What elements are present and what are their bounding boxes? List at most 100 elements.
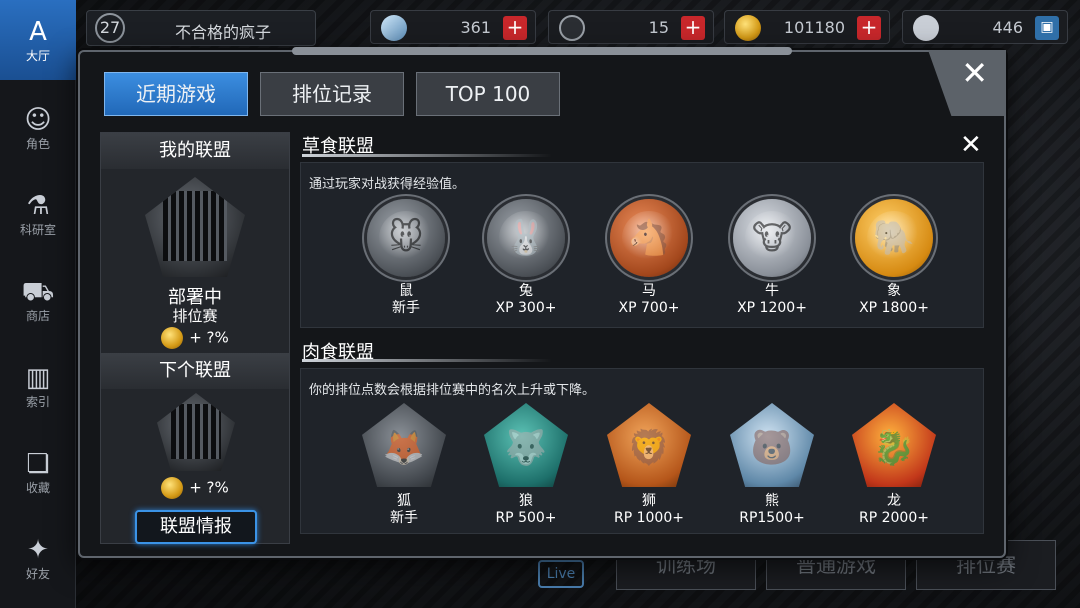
sidebar-item-label: 角色	[25, 136, 50, 151]
cage-bars	[171, 403, 221, 459]
resource-value: 361	[460, 18, 491, 37]
shop-cart-icon: ⛟	[21, 276, 55, 307]
rank-requirement: RP 1000+	[614, 510, 684, 526]
modal-handle	[292, 47, 792, 55]
rank-name: 鼠	[399, 283, 413, 299]
tab-recent-games[interactable]: 近期游戏	[104, 72, 248, 116]
resource-gold: 101180 +	[724, 10, 890, 44]
sidebar-item-index[interactable]: ▥ 索引	[0, 346, 76, 426]
live-button[interactable]: Live	[538, 560, 584, 588]
section-close-icon[interactable]: ✕	[960, 130, 982, 160]
bp-info-button[interactable]: ▣	[1035, 16, 1059, 40]
reward-value: + ?%	[189, 478, 229, 497]
add-ticket-button[interactable]: +	[681, 16, 705, 40]
rank-ox[interactable]: 🐮 牛 XP 1200+	[717, 199, 827, 317]
index-books-icon: ▥	[25, 362, 51, 393]
rank-requirement: 新手	[390, 510, 418, 526]
sidebar-item-label: 好友	[25, 566, 50, 581]
league-info-button[interactable]: 联盟情报	[135, 510, 257, 544]
rank-name: 狮	[642, 493, 656, 509]
resource-value: 101180	[783, 18, 845, 37]
rank-rabbit[interactable]: 🐰 兔 XP 300+	[471, 199, 581, 317]
rank-name: 牛	[765, 283, 779, 299]
dragon-badge-icon: 🐉	[852, 403, 936, 487]
rank-requirement: RP 500+	[495, 510, 557, 526]
reward-value: + ?%	[189, 328, 229, 347]
crystal-icon	[381, 15, 407, 41]
tab-ranked-records[interactable]: 排位记录	[260, 72, 404, 116]
rank-name: 兔	[519, 283, 533, 299]
add-gold-button[interactable]: +	[857, 16, 881, 40]
rank-requirement: XP 1200+	[737, 300, 807, 316]
friends-gamepad-icon: ✦	[27, 534, 49, 565]
rank-name: 狐	[397, 493, 411, 509]
my-league-reward: + ?%	[101, 327, 289, 349]
tab-top-100[interactable]: TOP 100	[416, 72, 560, 116]
rank-rat[interactable]: 🐭 鼠 新手	[351, 199, 461, 317]
gold-coin-icon	[161, 327, 184, 349]
gold-coin-icon	[161, 477, 184, 499]
close-icon[interactable]: ✕	[961, 54, 988, 92]
character-icon: ☺	[24, 104, 52, 135]
rank-requirement: XP 1800+	[859, 300, 929, 316]
add-crystal-button[interactable]: +	[503, 16, 527, 40]
sidebar-item-lobby[interactable]: A 大厅	[0, 0, 76, 80]
ticket-icon	[559, 15, 585, 41]
main-sidebar: A 大厅 ☺ 角色 ⚗ 科研室 ⛟ 商店 ▥ 索引 ❏ 收藏 ✦ 好友	[0, 0, 76, 608]
cage-bars	[163, 191, 227, 261]
carnivore-description: 你的排位点数会根据排位赛中的名次上升或下降。	[309, 383, 596, 398]
sidebar-item-label: 索引	[25, 394, 50, 409]
rank-requirement: XP 700+	[618, 300, 680, 316]
bear-badge-icon: 🐻	[730, 403, 814, 487]
caged-next-league-badge-icon	[157, 393, 235, 471]
sidebar-item-friends[interactable]: ✦ 好友	[0, 518, 76, 598]
league-modal: ✕ 近期游戏 排位记录 TOP 100 我的联盟 部署中 排位赛 + ?% 下个…	[78, 47, 1006, 558]
rank-name: 马	[642, 283, 656, 299]
rank-name: 熊	[765, 493, 779, 509]
rank-requirement: RP1500+	[739, 510, 805, 526]
player-level: 27	[95, 13, 125, 43]
herbivore-league-panel: 通过玩家对战获得经验值。 🐭 鼠 新手 🐰 兔 XP 300+ 🐴 马 XP 7…	[300, 162, 984, 328]
carnivore-league-panel: 你的排位点数会根据排位赛中的名次上升或下降。 🦊 狐 新手 🐺 狼 RP 500…	[300, 368, 984, 534]
sidebar-item-label: 商店	[25, 308, 50, 323]
rank-wolf[interactable]: 🐺 狼 RP 500+	[471, 403, 581, 527]
ox-medal-icon: 🐮	[733, 199, 811, 277]
rank-elephant[interactable]: 🐘 象 XP 1800+	[839, 199, 949, 317]
resource-ticket: 15 +	[548, 10, 714, 44]
modal-close-corner[interactable]: ✕	[928, 50, 1006, 116]
sidebar-item-character[interactable]: ☺ 角色	[0, 88, 76, 168]
lab-flask-icon: ⚗	[26, 190, 50, 221]
elephant-medal-icon: 🐘	[855, 199, 933, 277]
rank-dragon[interactable]: 🐉 龙 RP 2000+	[839, 403, 949, 527]
my-league-title: 我的联盟	[101, 133, 289, 169]
resource-value: 446	[992, 18, 1023, 37]
sidebar-item-shop[interactable]: ⛟ 商店	[0, 260, 76, 340]
rabbit-medal-icon: 🐰	[487, 199, 565, 277]
section-underline	[302, 359, 552, 362]
resource-value: 15	[648, 18, 669, 37]
rank-requirement: 新手	[392, 300, 420, 316]
sidebar-item-label: 大厅	[25, 48, 50, 63]
rank-fox[interactable]: 🦊 狐 新手	[349, 403, 459, 527]
sidebar-item-lab[interactable]: ⚗ 科研室	[0, 174, 76, 254]
player-level-plate[interactable]: 27 不合格的疯子	[86, 10, 316, 46]
league-status-panel: 我的联盟 部署中 排位赛 + ?% 下个联盟 + ?% 联盟情报	[100, 132, 290, 544]
gold-coin-icon	[735, 15, 761, 41]
sidebar-item-label: 科研室	[19, 222, 56, 237]
lion-badge-icon: 🦁	[607, 403, 691, 487]
rank-requirement: XP 300+	[495, 300, 557, 316]
lobby-icon: A	[29, 16, 47, 47]
rank-name: 狼	[519, 493, 533, 509]
caged-league-badge-icon	[145, 177, 245, 277]
rank-name: 象	[887, 283, 901, 299]
league-mode: 排位赛	[172, 307, 218, 325]
resource-crystal: 361 +	[370, 10, 536, 44]
rank-horse[interactable]: 🐴 马 XP 700+	[594, 199, 704, 317]
rank-requirement: RP 2000+	[859, 510, 929, 526]
rank-bear[interactable]: 🐻 熊 RP1500+	[717, 403, 827, 527]
rank-lion[interactable]: 🦁 狮 RP 1000+	[594, 403, 704, 527]
next-league-reward: + ?%	[101, 477, 289, 499]
collection-book-icon: ❏	[26, 448, 50, 479]
sidebar-item-collection[interactable]: ❏ 收藏	[0, 432, 76, 512]
wolf-badge-icon: 🐺	[484, 403, 568, 487]
